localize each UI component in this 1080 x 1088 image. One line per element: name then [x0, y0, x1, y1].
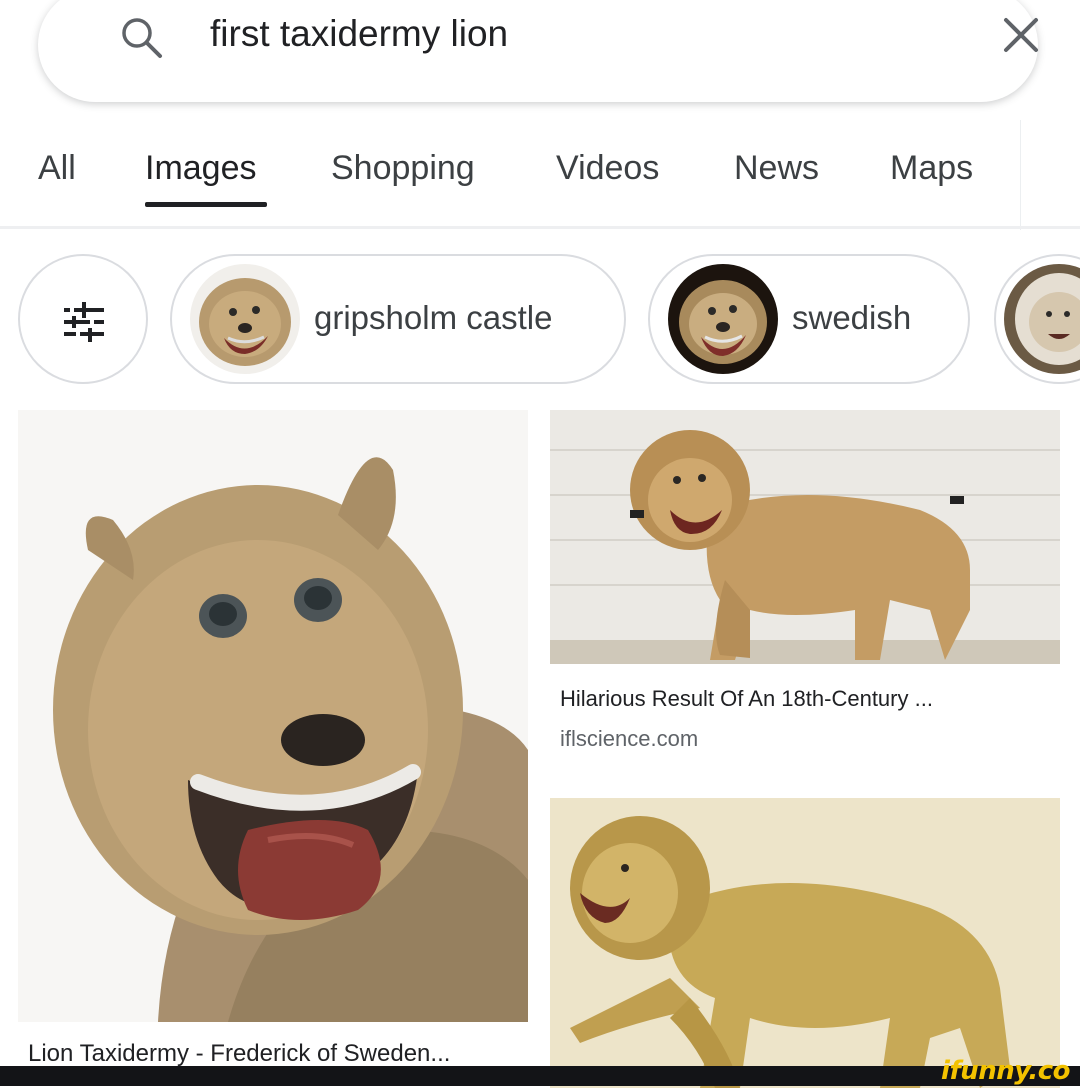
result-image-right-bottom[interactable] [550, 798, 1060, 1088]
lion-standing-image [550, 410, 1060, 664]
chip-thumbnail [1004, 264, 1080, 374]
tab-shopping[interactable]: Shopping [331, 146, 475, 190]
watermark-bar [0, 1066, 1080, 1086]
tab-videos[interactable]: Videos [556, 146, 659, 190]
chip-thumbnail [668, 264, 778, 374]
search-icon [122, 18, 162, 58]
lion-walking-image [550, 798, 1060, 1088]
lion-face-image [18, 410, 528, 1022]
result-image-main[interactable] [18, 410, 528, 1022]
active-tab-indicator [145, 202, 267, 207]
result-image-right-top[interactable] [550, 410, 1060, 664]
chip-partial[interactable] [994, 254, 1080, 384]
result-source: iflscience.com [560, 726, 699, 751]
chip-thumbnail [190, 264, 300, 374]
filter-button[interactable] [18, 254, 148, 384]
chip-swedish[interactable]: swedish [648, 254, 970, 384]
search-tabs: All Images Shopping Videos News Maps B [0, 140, 1080, 210]
tab-all[interactable]: All [38, 146, 76, 190]
chip-label: gripsholm castle [314, 299, 553, 336]
tab-images[interactable]: Images [145, 146, 257, 190]
tabs-scroll-fade [1020, 120, 1080, 230]
watermark-logo: ifunny.co [941, 1056, 1070, 1086]
tab-news[interactable]: News [734, 146, 819, 190]
close-icon[interactable] [1000, 14, 1042, 56]
header-divider [0, 226, 1080, 229]
search-input[interactable]: first taxidermy lion [210, 10, 508, 58]
tune-icon [64, 302, 104, 342]
chip-label: swedish [792, 299, 912, 336]
result-main-caption[interactable]: Lion Taxidermy - Frederick of Sweden... [28, 1040, 450, 1068]
search-bar[interactable]: first taxidermy lion [38, 0, 1038, 102]
result-title[interactable]: Hilarious Result Of An 18th-Century ... [560, 686, 933, 712]
chip-gripsholm-castle[interactable]: gripsholm castle [170, 254, 626, 384]
tab-maps[interactable]: Maps [890, 146, 973, 190]
